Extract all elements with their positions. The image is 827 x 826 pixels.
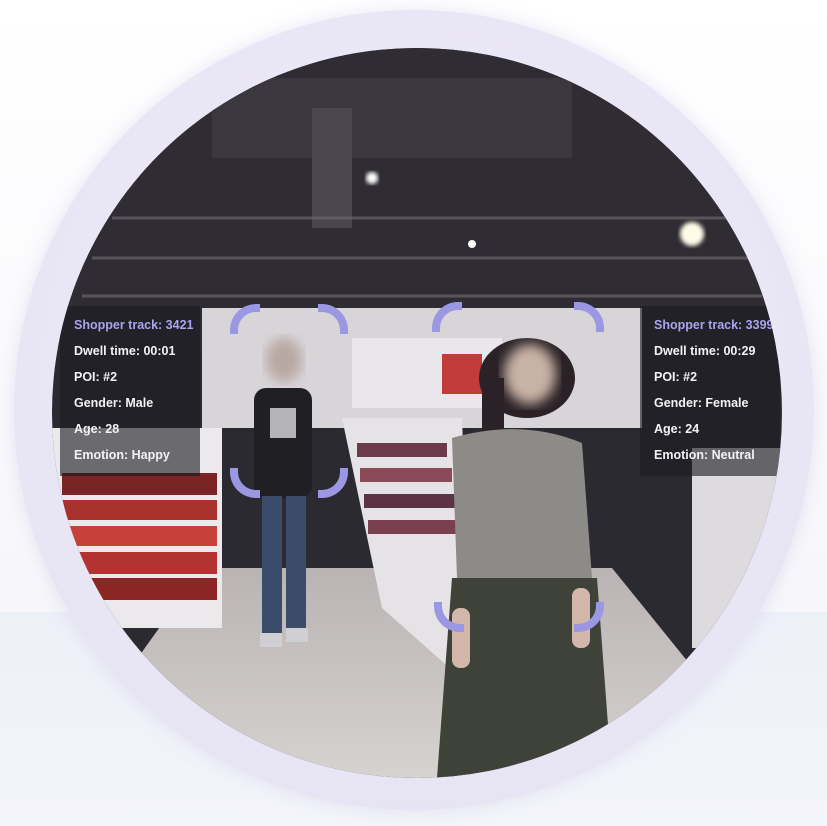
age: Age: 24 xyxy=(654,422,700,436)
emotion: Emotion: Happy xyxy=(74,448,170,462)
poi: POI: #2 xyxy=(74,370,118,384)
left-shelf-products xyxy=(62,473,217,600)
shopper-track-id: Shopper track: 3399 xyxy=(654,318,774,332)
dwell-time: Dwell time: 00:01 xyxy=(74,344,176,358)
ceiling-duct xyxy=(212,78,572,158)
gender: Gender: Female xyxy=(654,396,749,410)
far-right-shelf xyxy=(692,448,782,648)
shopper-card-3421: Shopper track: 3421 Dwell time: 00:01 PO… xyxy=(60,306,200,476)
camera-view: Shopper track: 3421 Dwell time: 00:01 PO… xyxy=(52,48,782,778)
emotion: Emotion: Neutral xyxy=(654,448,755,462)
dwell-time: Dwell time: 00:29 xyxy=(654,344,756,358)
ceiling-light xyxy=(468,240,476,248)
shopper-track-id: Shopper track: 3421 xyxy=(74,318,194,332)
poi: POI: #2 xyxy=(654,370,698,384)
shopper-card-3399: Shopper track: 3399 Dwell time: 00:29 PO… xyxy=(640,306,780,476)
gender: Gender: Male xyxy=(74,396,154,410)
ceiling-light xyxy=(680,222,704,246)
ceiling-light xyxy=(366,172,378,184)
shelf-sign xyxy=(442,354,482,394)
age: Age: 28 xyxy=(74,422,120,436)
ceiling-pipe xyxy=(312,108,352,228)
